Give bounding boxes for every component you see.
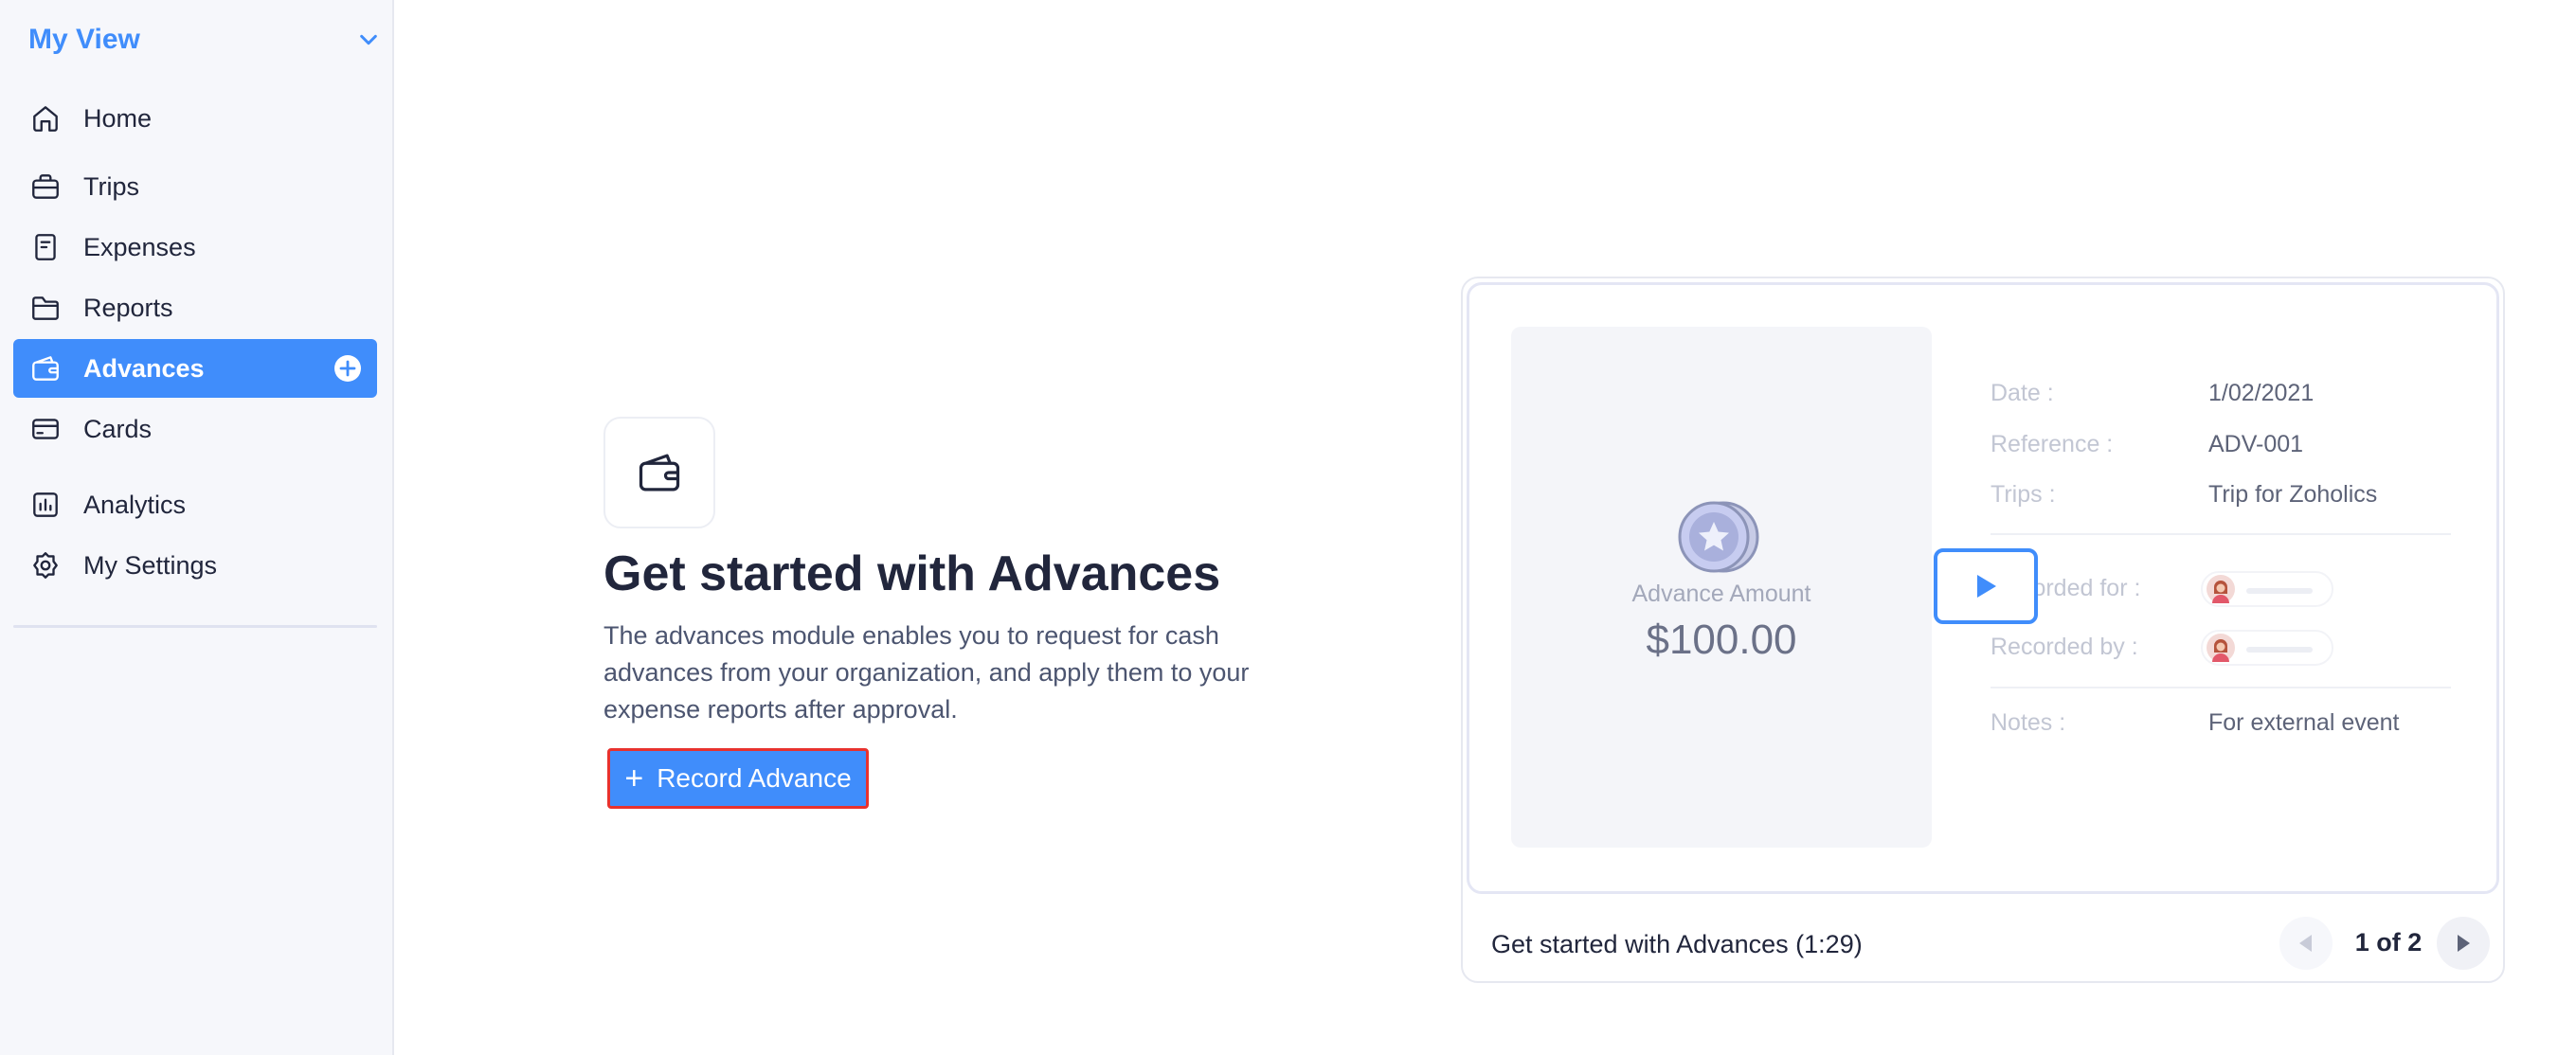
sidebar-item-my-settings[interactable]: My Settings — [13, 536, 377, 595]
detail-key: Reference : — [1991, 431, 2114, 457]
sidebar-item-label: Cards — [83, 414, 153, 443]
sidebar-item-label: Home — [83, 103, 153, 133]
detail-value: 1/02/2021 — [2208, 380, 2315, 406]
sidebar-item-cards[interactable]: Cards — [13, 400, 377, 458]
sidebar-item-label: Reports — [83, 293, 173, 322]
plus-icon: + — [624, 760, 644, 796]
wallet-icon — [28, 351, 63, 385]
sidebar-item-label: Analytics — [83, 490, 187, 519]
sidebar-item-analytics[interactable]: Analytics — [13, 475, 377, 534]
chart-icon — [28, 488, 63, 522]
avatar — [2207, 634, 2235, 662]
sidebar-item-label: Advances — [83, 353, 205, 383]
placeholder-line — [2246, 647, 2313, 653]
video-tutorial-card: Advance Amount $100.00 Date : 1/02/2021 … — [1461, 277, 2505, 983]
recorded-for-chip — [2201, 571, 2333, 607]
record-advance-label: Record Advance — [657, 763, 852, 793]
advances-illustration — [603, 417, 715, 528]
detail-key: Date : — [1991, 380, 2054, 406]
folder-icon — [28, 291, 63, 325]
pager-count: 1 of 2 — [2354, 928, 2423, 957]
receipt-icon — [28, 230, 63, 264]
video-title: Get started with Advances (1:29) — [1491, 930, 1863, 958]
detail-key: Recorded by : — [1991, 634, 2138, 660]
home-icon — [28, 101, 63, 135]
sidebar-item-label: Trips — [83, 171, 139, 201]
detail-value: For external event — [2208, 709, 2400, 736]
chevron-down-icon — [360, 34, 377, 45]
sidebar-item-advances[interactable]: Advances — [13, 339, 377, 398]
sidebar-item-trips[interactable]: Trips — [13, 157, 377, 216]
sidebar: My View Home Trips Expenses Reports Adva… — [0, 0, 394, 1055]
briefcase-icon — [28, 170, 63, 204]
view-title: My View — [28, 24, 140, 55]
amount-value: $100.00 — [1646, 617, 1797, 663]
advance-amount-panel: Advance Amount $100.00 — [1511, 327, 1932, 848]
play-video-button[interactable] — [1934, 548, 2038, 624]
detail-value: Trip for Zoholics — [2208, 481, 2378, 508]
previous-video-button[interactable] — [2279, 917, 2333, 970]
chevron-right-icon — [2458, 935, 2470, 952]
avatar — [2207, 575, 2235, 603]
sidebar-divider — [13, 625, 377, 628]
sidebar-item-label: My Settings — [83, 550, 218, 580]
add-advance-icon[interactable] — [333, 354, 362, 383]
gear-icon — [28, 548, 63, 582]
sidebar-item-label: Expenses — [83, 232, 196, 261]
wallet-icon — [639, 454, 680, 492]
play-icon — [1977, 575, 1996, 598]
detail-divider — [1991, 687, 2451, 688]
credit-card-icon — [28, 412, 63, 446]
placeholder-line — [2246, 588, 2313, 594]
video-preview[interactable]: Advance Amount $100.00 Date : 1/02/2021 … — [1467, 282, 2499, 894]
sidebar-item-home[interactable]: Home — [13, 89, 377, 148]
amount-label: Advance Amount — [1631, 581, 1811, 607]
detail-key: Trips : — [1991, 481, 2056, 508]
record-advance-button[interactable]: + Record Advance — [607, 748, 869, 809]
detail-key: Notes : — [1991, 709, 2066, 736]
view-switcher[interactable]: My View — [28, 21, 379, 59]
page-title: Get started with Advances — [603, 546, 1221, 601]
detail-divider — [1991, 533, 2451, 535]
coin-icon — [1678, 501, 1759, 573]
chevron-left-icon — [2299, 935, 2312, 952]
page-description: The advances module enables you to reque… — [603, 621, 1250, 724]
next-video-button[interactable] — [2437, 917, 2490, 970]
sidebar-item-expenses[interactable]: Expenses — [13, 218, 377, 277]
sidebar-item-reports[interactable]: Reports — [13, 278, 377, 337]
recorded-by-chip — [2201, 630, 2333, 666]
detail-value: ADV-001 — [2208, 431, 2304, 457]
